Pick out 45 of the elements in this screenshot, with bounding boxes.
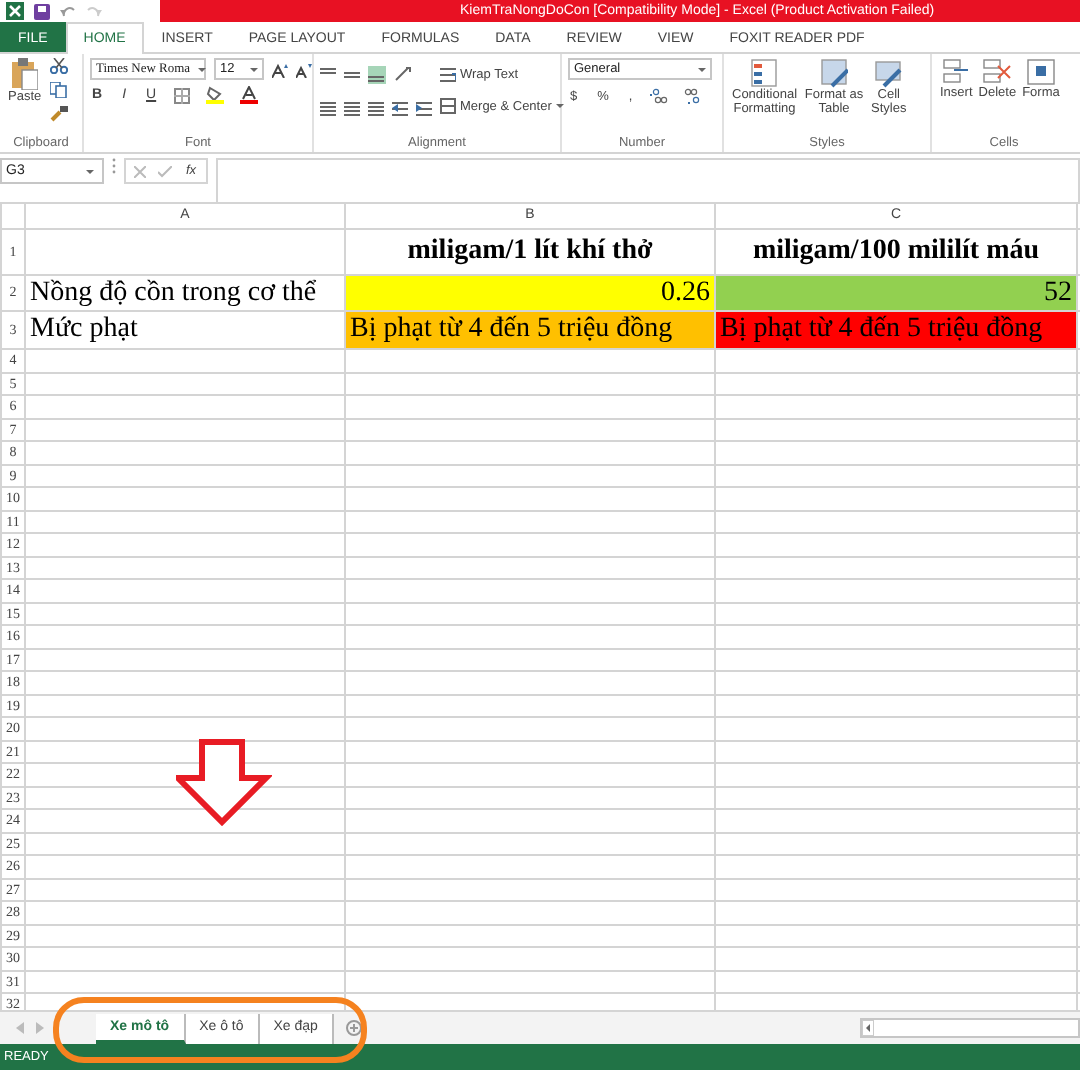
font-color-icon[interactable] xyxy=(240,86,259,104)
caret-icon xyxy=(86,169,94,173)
down-arrow-icon xyxy=(176,738,272,826)
wrap-text-icon xyxy=(440,66,456,82)
cell-brush-icon xyxy=(874,58,903,88)
align-right-icon[interactable] xyxy=(368,100,384,116)
align-left-icon[interactable] xyxy=(320,100,336,116)
cell: Bị phạt từ 4 đến 5 triệu đồng xyxy=(715,311,1077,349)
text-orientation-icon[interactable] xyxy=(394,66,414,82)
delete-cells-icon xyxy=(982,58,1013,86)
format-cells-icon xyxy=(1025,58,1056,86)
paintbrush-icon[interactable] xyxy=(49,106,68,122)
horizontal-scrollbar[interactable] xyxy=(860,1018,1080,1038)
fill-color-icon[interactable] xyxy=(206,86,225,104)
scroll-left-icon[interactable] xyxy=(862,1020,874,1036)
caret-icon xyxy=(698,67,706,71)
decrease-indent-icon[interactable] xyxy=(392,100,408,116)
decrease-font-size-icon[interactable] xyxy=(296,61,313,77)
copy-icon[interactable] xyxy=(49,82,68,98)
undo-icon[interactable] xyxy=(60,5,76,17)
scissors-icon[interactable] xyxy=(49,58,68,74)
cell: 0.26 xyxy=(345,275,715,311)
insert-cells-icon xyxy=(941,58,972,86)
cell: Bị phạt từ 4 đến 5 triệu đồng xyxy=(345,311,715,349)
bottom-align-icon[interactable] xyxy=(368,66,386,84)
middle-align-icon[interactable] xyxy=(344,66,360,82)
increase-font-size-icon[interactable] xyxy=(272,61,289,77)
caret-icon xyxy=(555,104,564,108)
clipboard-icon xyxy=(10,58,39,90)
conditional-formatting-icon xyxy=(750,58,779,88)
cell: Mức phạt xyxy=(25,311,345,349)
increase-indent-icon[interactable] xyxy=(416,100,432,116)
borders-icon[interactable] xyxy=(174,87,191,103)
table-brush-icon xyxy=(820,58,849,88)
merge-cells-icon xyxy=(440,98,456,114)
caret-icon xyxy=(198,67,207,71)
caret-icon xyxy=(250,67,259,71)
cell: 52 xyxy=(715,275,1077,311)
add-sheet-icon[interactable] xyxy=(345,1020,362,1036)
save-icon[interactable] xyxy=(34,3,50,19)
decrease-decimal-icon[interactable] xyxy=(684,88,703,104)
cell: Nồng độ cồn trong cơ thể xyxy=(25,275,345,311)
center-icon[interactable] xyxy=(344,100,360,116)
increase-decimal-icon[interactable] xyxy=(650,88,669,104)
checkmark-icon[interactable] xyxy=(158,165,172,177)
